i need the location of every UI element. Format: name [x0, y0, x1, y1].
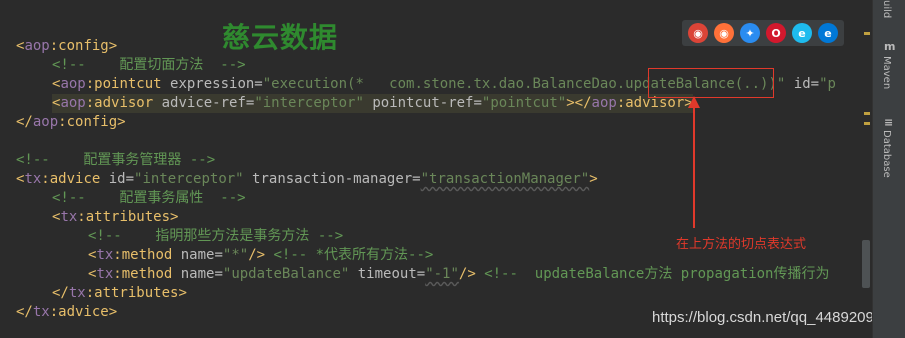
opera-icon[interactable]: O — [766, 23, 786, 43]
scroll-marker — [864, 32, 870, 35]
code-line-9[interactable]: <!-- 配置事务属性 --> — [52, 189, 246, 208]
code-line-11[interactable]: <!-- 指明那些方法是事务方法 --> — [88, 227, 343, 246]
watermark-title: 慈云数据 — [222, 21, 339, 54]
firefox-icon[interactable]: ◉ — [714, 23, 734, 43]
ie-icon[interactable]: e — [792, 23, 812, 43]
code-line-4[interactable]: <aop:advisor advice-ref="interceptor" po… — [52, 94, 693, 113]
chrome-icon[interactable]: ◉ — [688, 23, 708, 43]
scrollbar-thumb[interactable] — [862, 240, 870, 288]
code-line-8[interactable]: <tx:advice id="interceptor" transaction-… — [16, 170, 598, 189]
right-tool-panel: uild m Maven ≡ Database — [872, 0, 905, 338]
code-line-12[interactable]: <tx:method name="*"/> <!-- *代表所有方法--> — [88, 246, 433, 265]
maven-icon: m — [884, 40, 896, 53]
build-tab[interactable]: uild — [881, 0, 892, 18]
code-line-14[interactable]: </tx:attributes> — [52, 284, 187, 303]
code-line-5[interactable]: </aop:config> — [16, 113, 126, 132]
code-line-1[interactable]: <aop:config> — [16, 37, 117, 56]
url-watermark: https://blog.csdn.net/qq_44892091 — [652, 309, 872, 326]
code-editor[interactable]: 慈云数据 ◉ ◉ ✦ O e e <aop:config> <!-- 配置切面方… — [0, 0, 872, 338]
annotation-arrow — [688, 96, 700, 228]
scroll-marker — [864, 112, 870, 115]
highlight-box — [648, 68, 774, 98]
database-icon: ≡ — [884, 116, 894, 129]
scroll-marker — [864, 122, 870, 125]
browser-preview-bar: ◉ ◉ ✦ O e e — [682, 20, 844, 46]
safari-icon[interactable]: ✦ — [740, 23, 760, 43]
code-line-7[interactable]: <!-- 配置事务管理器 --> — [16, 151, 215, 170]
code-line-15[interactable]: </tx:advice> — [16, 303, 117, 322]
database-tab[interactable]: Database — [881, 130, 892, 178]
annotation-text: 在上方法的切点表达式 — [676, 237, 807, 252]
code-line-13[interactable]: <tx:method name="updateBalance" timeout=… — [88, 265, 829, 284]
code-line-10[interactable]: <tx:attributes> — [52, 208, 178, 227]
code-line-2[interactable]: <!-- 配置切面方法 --> — [52, 56, 246, 75]
edge-icon[interactable]: e — [818, 23, 838, 43]
maven-tab[interactable]: Maven — [881, 56, 892, 89]
